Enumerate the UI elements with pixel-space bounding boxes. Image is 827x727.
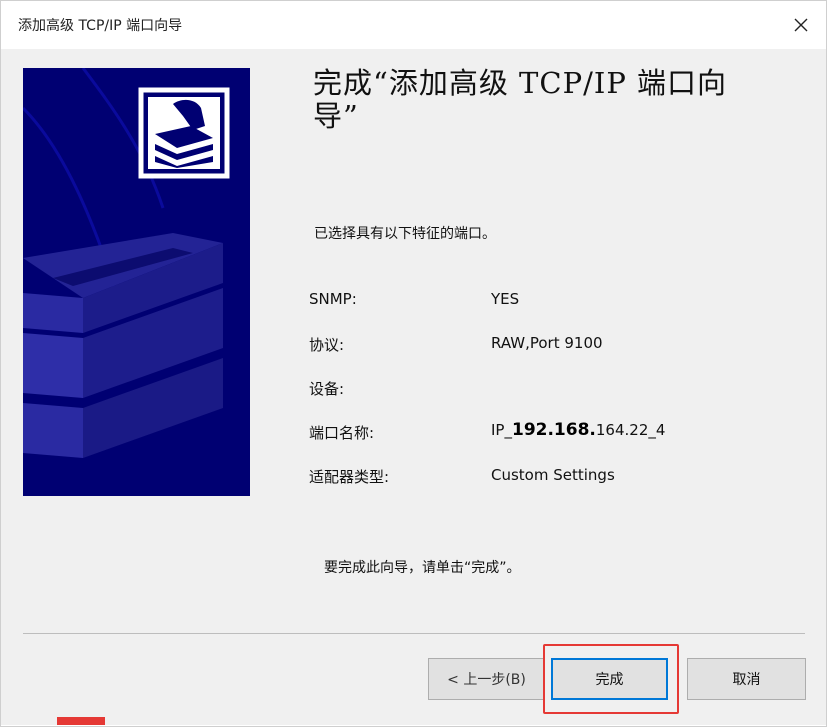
finish-button-highlight [543, 644, 679, 714]
protocol-label: 协议: [309, 336, 345, 354]
protocol-value: RAW,Port 9100 [491, 334, 603, 352]
port-name-prefix: IP_ [491, 421, 512, 439]
button-separator [23, 633, 805, 634]
port-name-ip: 192.168. [511, 420, 596, 440]
port-name-suffix: 164.22_4 [595, 421, 666, 439]
title-bar[interactable]: 添加高级 TCP/IP 端口向导 [1, 1, 826, 49]
port-name-label: 端口名称: [309, 424, 375, 442]
back-button[interactable]: < 上一步(B) [428, 658, 545, 700]
wizard-heading: 完成“添加高级 TCP/IP 端口向导” [313, 66, 728, 133]
intro-text: 已选择具有以下特征的端口。 [314, 226, 496, 242]
finish-instruction: 要完成此向导，请单击“完成”。 [324, 560, 521, 576]
cancel-button[interactable]: 取消 [687, 658, 806, 700]
window-title: 添加高级 TCP/IP 端口向导 [18, 18, 183, 34]
close-icon [794, 18, 808, 32]
snmp-label: SNMP: [309, 290, 357, 308]
snmp-value: YES [491, 290, 520, 308]
adapter-type-label: 适配器类型: [309, 468, 390, 486]
adapter-type-value: Custom Settings [491, 466, 615, 484]
printer-wizard-icon [138, 87, 230, 179]
wizard-window: 添加高级 TCP/IP 端口向导 完成“添加高级 TCP/IP 端口向导” 已选… [0, 0, 827, 727]
close-button[interactable] [776, 1, 826, 49]
printer-illustration [23, 68, 250, 496]
wizard-banner [23, 68, 250, 496]
device-label: 设备: [309, 380, 345, 398]
red-marker [57, 717, 105, 725]
port-name-value: IP_192.168.164.22_4 [491, 420, 665, 440]
